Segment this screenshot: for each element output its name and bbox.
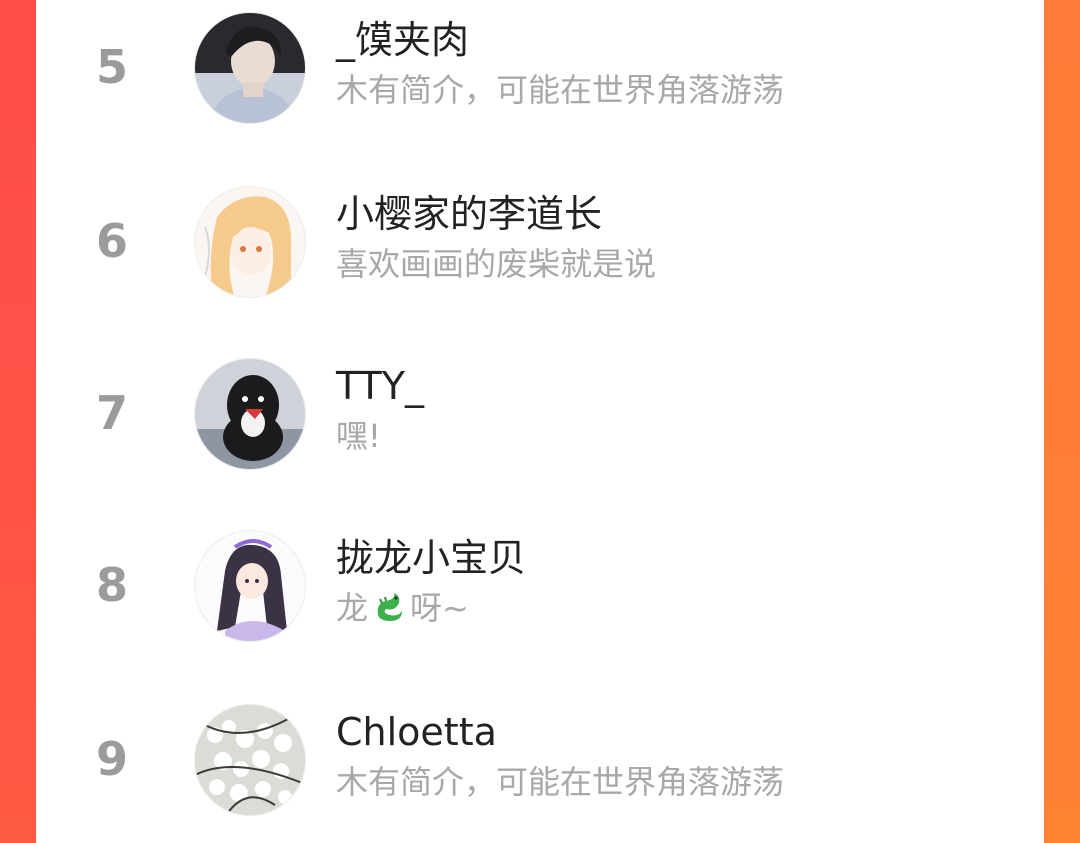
rank-number: 9 [95,732,128,786]
avatar-image [195,13,305,123]
user-name[interactable]: 拢龙小宝贝 [336,534,526,582]
rank-number: 5 [95,40,128,94]
user-name[interactable]: 小樱家的李道长 [336,190,602,238]
avatar[interactable] [194,530,306,642]
avatar[interactable] [194,704,306,816]
bio-text-suffix: 呀~ [410,589,469,627]
frame-right-edge [1044,0,1080,843]
rank-number: 8 [95,558,128,612]
user-bio: 龙 呀~ [336,588,469,632]
avatar[interactable] [194,358,306,470]
list-item[interactable]: 9 Chloetta 木有简介，可能在世界角落游荡 [36,692,1044,842]
ranking-list: 5 _馍夹肉 木有简介，可能在世界角落游荡 6 小樱家的李道长 喜欢画画的废柴就… [36,0,1044,843]
list-item[interactable]: 7 TTY_ 嘿! [36,346,1044,496]
avatar-image [195,531,305,641]
list-item[interactable]: 6 小樱家的李道长 喜欢画画的废柴就是说 [36,174,1044,324]
dragon-emoji-icon [372,589,406,632]
avatar[interactable] [194,12,306,124]
avatar-image [195,187,305,297]
avatar-image [195,705,305,815]
avatar-image [195,359,305,469]
user-bio: 喜欢画画的废柴就是说 [336,245,657,283]
user-bio: 嘿! [336,417,381,455]
user-name[interactable]: _馍夹肉 [336,16,469,64]
avatar[interactable] [194,186,306,298]
rank-number: 7 [95,386,128,440]
list-item[interactable]: 5 _馍夹肉 木有简介，可能在世界角落游荡 [36,0,1044,150]
user-name[interactable]: Chloetta [336,708,497,756]
rank-number: 6 [95,214,128,268]
user-name[interactable]: TTY_ [336,362,424,410]
user-bio: 木有简介，可能在世界角落游荡 [336,71,785,109]
frame-left-edge [0,0,36,843]
bio-text-prefix: 龙 [336,589,369,627]
user-bio: 木有简介，可能在世界角落游荡 [336,763,785,801]
list-item[interactable]: 8 拢龙小宝贝 龙 呀~ [36,518,1044,668]
